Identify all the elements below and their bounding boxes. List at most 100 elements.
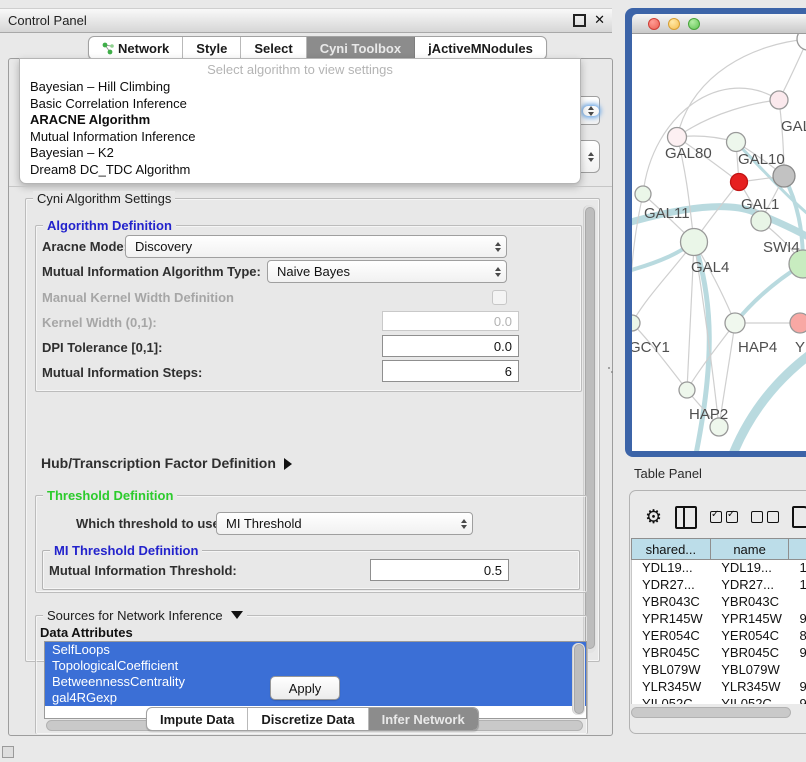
kernel-width-field[interactable]: 0.0 xyxy=(382,311,519,331)
apply-button[interactable]: Apply xyxy=(270,676,340,700)
node-label: HAP4 xyxy=(738,339,777,356)
table-row[interactable]: YBR045C YBR045C 9. xyxy=(632,645,806,662)
manual-kernel-checkbox[interactable] xyxy=(492,290,507,305)
select-all-columns-icon[interactable] xyxy=(710,511,738,523)
attribute-item[interactable]: TopologicalCoefficient xyxy=(45,658,586,674)
node-HAP2[interactable] xyxy=(679,382,695,398)
close-icon[interactable]: ✕ xyxy=(594,12,605,28)
gear-icon[interactable]: ⚙ xyxy=(645,508,662,527)
node-label: GAL80 xyxy=(665,145,712,162)
tab-jactivemnodules[interactable]: jActiveMNodules xyxy=(415,37,546,59)
tab-discretize-data[interactable]: Discretize Data xyxy=(248,708,368,730)
node-GCY1[interactable] xyxy=(632,315,640,331)
column-header-name[interactable]: name xyxy=(711,538,790,560)
zoom-traffic-light-icon[interactable] xyxy=(688,18,700,30)
table-row[interactable]: YER054C YER054C 8. xyxy=(632,628,806,645)
dpi-tolerance-label: DPI Tolerance [0,1]: xyxy=(42,340,162,355)
control-panel-titlebar: Control Panel ✕ xyxy=(0,8,612,33)
chevron-down-icon xyxy=(231,611,243,619)
dropdown-item-selected[interactable]: ARACNE Algorithm xyxy=(20,112,580,129)
combobox-stepper-icon xyxy=(490,267,506,277)
dropdown-item[interactable]: Basic Correlation Inference xyxy=(20,96,580,113)
tab-infer-network[interactable]: Infer Network xyxy=(369,708,478,730)
combobox-stepper-icon xyxy=(583,106,599,116)
node-label: GAL10 xyxy=(738,151,785,168)
manual-kernel-label: Manual Kernel Width Definition xyxy=(42,290,234,305)
network-edges-thick xyxy=(632,142,806,451)
mi-type-combobox[interactable]: Naive Bayes xyxy=(267,260,507,283)
node-label: HAP2 xyxy=(689,406,728,423)
node-label: GAL xyxy=(781,118,806,135)
hub-definition-toggle[interactable]: Hub/Transcription Factor Definition xyxy=(41,455,292,471)
node-label: GAL11 xyxy=(644,205,690,222)
mi-steps-field[interactable]: 6 xyxy=(382,360,519,382)
deselect-all-columns-icon[interactable] xyxy=(751,511,779,523)
close-traffic-light-icon[interactable] xyxy=(648,18,660,30)
network-canvas[interactable]: GAL GAL80 GAL10 GAL1 GAL11 SWI4 GAL4 GCY… xyxy=(632,34,806,451)
algorithm-definition-title: Algorithm Definition xyxy=(43,218,176,233)
node-label: GCY1 xyxy=(632,339,670,356)
tab-cyni-toolbox[interactable]: Cyni Toolbox xyxy=(307,37,415,59)
chevron-right-icon xyxy=(284,458,292,470)
attributes-scrollbar[interactable] xyxy=(572,643,585,715)
table-hscrollbar[interactable] xyxy=(631,707,791,718)
node-GAL11[interactable] xyxy=(635,186,651,202)
dpi-tolerance-field[interactable]: 0.0 xyxy=(382,335,519,357)
mi-threshold-field[interactable]: 0.5 xyxy=(370,559,509,581)
network-view-window[interactable]: GAL GAL80 GAL10 GAL1 GAL11 SWI4 GAL4 GCY… xyxy=(625,8,806,457)
tab-select[interactable]: Select xyxy=(241,37,306,59)
data-attributes-label: Data Attributes xyxy=(40,625,133,640)
dropdown-item[interactable]: Mutual Information Inference xyxy=(20,129,580,146)
table-row[interactable]: YIL052C YIL052C 9. xyxy=(632,696,806,704)
combobox-stepper-icon xyxy=(456,519,472,529)
new-table-icon[interactable] xyxy=(792,506,806,528)
which-threshold-label: Which threshold to use: xyxy=(76,516,224,531)
network-window-titlebar[interactable] xyxy=(632,14,806,34)
node-GAL4[interactable] xyxy=(681,229,708,256)
minimize-traffic-light-icon[interactable] xyxy=(668,18,680,30)
dropdown-item[interactable]: Bayesian – Hill Climbing xyxy=(20,79,580,96)
node-label: SWI4 xyxy=(763,239,800,256)
node-Y-partial[interactable] xyxy=(790,313,806,333)
table-row[interactable]: YPR145W YPR145W 9. xyxy=(632,611,806,628)
split-divider-grip[interactable] xyxy=(608,366,613,374)
dropdown-item[interactable]: Dream8 DC_TDC Algorithm xyxy=(20,162,580,179)
node-SWI4[interactable] xyxy=(751,211,771,231)
collapsed-panel-icon[interactable] xyxy=(2,746,14,758)
node-GAL-partial[interactable] xyxy=(770,91,788,109)
node-label: Y xyxy=(795,339,805,356)
table-row[interactable]: YDR27... YDR27... 12 xyxy=(632,577,806,594)
column-header-shared-name[interactable]: shared... xyxy=(631,538,711,560)
attribute-item[interactable]: SelfLoops xyxy=(45,642,586,658)
node-GAL1[interactable] xyxy=(731,174,748,191)
float-panel-icon[interactable] xyxy=(573,14,586,27)
tab-style[interactable]: Style xyxy=(183,37,241,59)
combobox-stepper-icon xyxy=(583,152,599,162)
node-HAP4[interactable] xyxy=(725,313,745,333)
kernel-width-label: Kernel Width (0,1): xyxy=(42,315,157,330)
node-GAL10[interactable] xyxy=(727,133,746,152)
node-gray[interactable] xyxy=(773,165,795,187)
aracne-mode-combobox[interactable]: Discovery xyxy=(125,235,507,258)
node-GAL80[interactable] xyxy=(668,128,687,147)
which-threshold-combobox[interactable]: MI Threshold xyxy=(216,512,473,535)
algorithm-definition-group: Algorithm Definition Aracne Mode: Discov… xyxy=(35,225,582,392)
dropdown-item[interactable]: Bayesian – K2 xyxy=(20,145,580,162)
sources-title[interactable]: Sources for Network Inference xyxy=(43,608,247,623)
table-row[interactable]: YDL19... YDL19... 13 xyxy=(632,560,806,577)
node-unlabeled-top[interactable] xyxy=(797,34,806,50)
mi-type-label: Mutual Information Algorithm Type: xyxy=(42,264,261,279)
table-row[interactable]: YLR345W YLR345W 9. xyxy=(632,679,806,696)
column-header-partial[interactable] xyxy=(789,538,806,560)
divider xyxy=(9,186,612,187)
algorithm-dropdown-list: Select algorithm to view settings Bayesi… xyxy=(19,58,581,184)
column-layout-icon[interactable] xyxy=(675,506,697,529)
tab-impute-data[interactable]: Impute Data xyxy=(147,708,248,730)
table-row[interactable]: YBR043C YBR043C xyxy=(632,594,806,611)
aracne-mode-label: Aracne Mode: xyxy=(42,239,128,254)
tab-network[interactable]: Network xyxy=(89,37,183,59)
threshold-definition-title: Threshold Definition xyxy=(43,488,177,503)
table-row[interactable]: YBL079W YBL079W xyxy=(632,662,806,679)
mi-threshold-label: Mutual Information Threshold: xyxy=(49,563,237,578)
settings-group-title: Cyni Algorithm Settings xyxy=(33,191,175,206)
